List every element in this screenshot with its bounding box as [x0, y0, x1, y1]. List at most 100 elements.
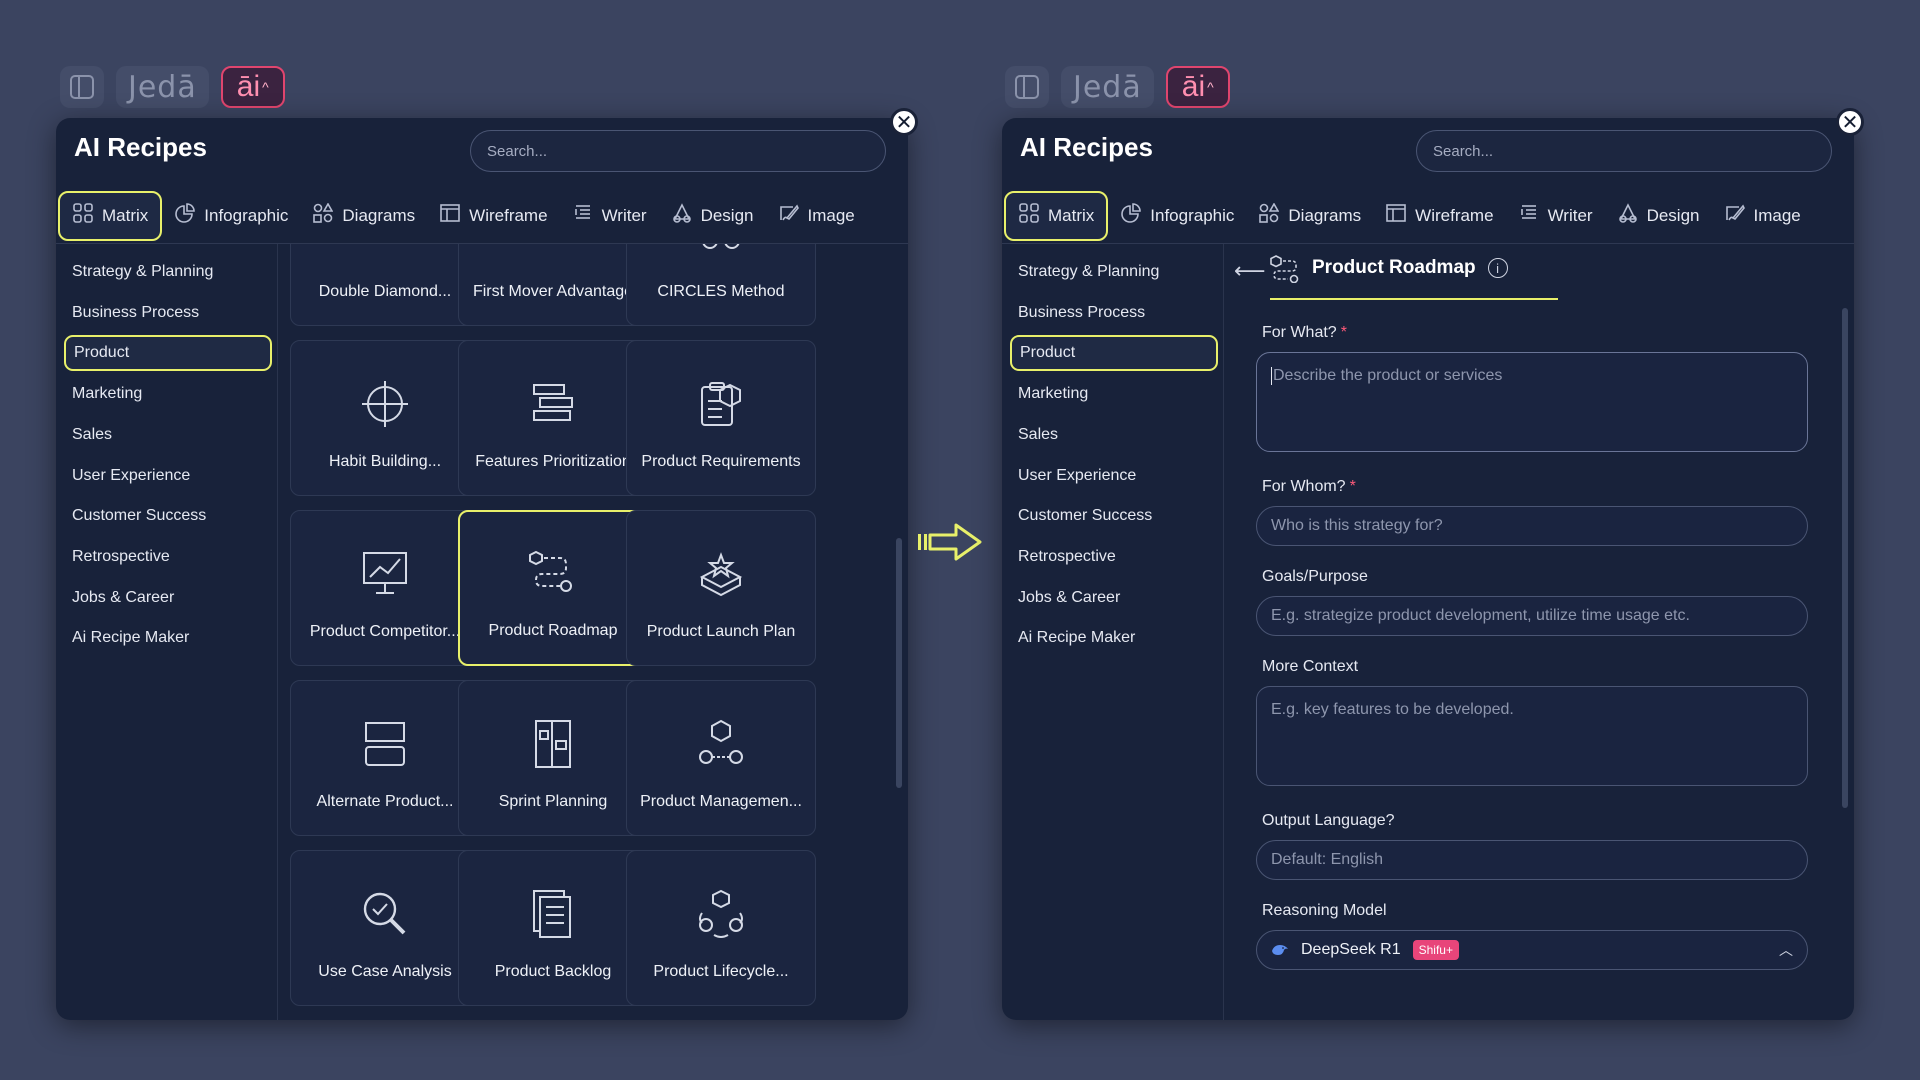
tab-label: Image	[807, 205, 855, 225]
sidebar-item-strategy-planning[interactable]: Strategy & Planning	[64, 254, 272, 290]
sidebar-item-customer-success[interactable]: Customer Success	[1010, 498, 1218, 534]
recipe-card-product-roadmap[interactable]: Product Roadmap	[458, 510, 648, 666]
recipe-card-product-backlog[interactable]: Product Backlog	[458, 850, 648, 1006]
search-input[interactable]: Search...	[470, 130, 886, 172]
recipe-card-label: Product Roadmap	[488, 622, 618, 639]
tab-matrix[interactable]: Matrix	[1004, 190, 1109, 241]
sidebar-item-sales[interactable]: Sales	[1010, 417, 1218, 453]
sidebar-item-ai-recipe-maker[interactable]: Ai Recipe Maker	[64, 620, 272, 656]
title-underline	[1270, 298, 1558, 300]
tab-diagrams[interactable]: Diagrams	[1246, 191, 1373, 241]
close-button[interactable]: ✕	[1836, 108, 1864, 136]
wireframe-icon	[1385, 203, 1407, 228]
recipe-card-label: Product Competitor...	[309, 623, 461, 640]
tab-diagrams[interactable]: Diagrams	[300, 191, 427, 241]
design-icon	[1617, 203, 1639, 228]
context-textarea[interactable]: E.g. key features to be developed.	[1256, 686, 1808, 786]
circles-icon	[702, 244, 740, 249]
tab-infographic[interactable]: Infographic	[162, 191, 300, 241]
toolbar-right: Jedā āi ^	[1005, 66, 1230, 108]
ai-recipes-panel-grid: AI Recipes Search... Matrix Infographic Di…	[56, 118, 908, 1020]
competitor-chart-icon	[363, 552, 407, 594]
jeda-logo-button[interactable]: Jedā	[116, 66, 209, 108]
recipe-card-circles-method[interactable]: CIRCLES Method	[626, 244, 816, 326]
sidebar-item-retrospective[interactable]: Retrospective	[1010, 539, 1218, 575]
sidebar-item-customer-success[interactable]: Customer Success	[64, 498, 272, 534]
for-whom-input[interactable]: Who is this strategy for?	[1256, 506, 1808, 546]
recipe-card-product-lifecycle[interactable]: Product Lifecycle...	[626, 850, 816, 1006]
tab-design[interactable]: Design	[659, 191, 766, 241]
recipe-card-sprint-planning[interactable]: Sprint Planning	[458, 680, 648, 836]
panel-title: AI Recipes	[1020, 132, 1153, 162]
sidebar-item-jobs-career[interactable]: Jobs & Career	[64, 580, 272, 616]
prioritization-icon	[533, 384, 573, 421]
for-what-label: For What? *	[1262, 324, 1347, 341]
jeda-logo-button[interactable]: Jedā	[1061, 66, 1154, 108]
recipe-card-use-case-analysis[interactable]: Use Case Analysis	[290, 850, 480, 1006]
recipe-card-double-diamond[interactable]: Double Diamond...	[290, 244, 480, 326]
ai-menu-button[interactable]: āi ^	[1165, 66, 1230, 108]
recipe-card-habit-building[interactable]: Habit Building...	[290, 340, 480, 496]
sidebar-item-ai-recipe-maker[interactable]: Ai Recipe Maker	[1010, 620, 1218, 656]
model-label: Reasoning Model	[1262, 902, 1387, 919]
form-title: Product Roadmap	[1312, 257, 1476, 278]
sidebar-toggle-button[interactable]	[60, 66, 104, 108]
recipe-card-first-mover-advantage[interactable]: First Mover Advantage	[458, 244, 648, 326]
recipe-card-product-managemen[interactable]: Product Managemen...	[626, 680, 816, 836]
sidebar-item-retrospective[interactable]: Retrospective	[64, 539, 272, 575]
tab-label: Writer	[601, 205, 647, 225]
recipe-card-label: First Mover Advantage	[472, 283, 634, 300]
sidebar-item-marketing[interactable]: Marketing	[64, 376, 272, 412]
tab-design[interactable]: Design	[1605, 191, 1712, 241]
reasoning-model-select[interactable]: DeepSeek R1 Shifu+ ︿	[1256, 930, 1808, 970]
ai-menu-button[interactable]: āi ^	[220, 66, 285, 108]
category-sidebar: Strategy & Planning Business Process Produ…	[1002, 244, 1224, 1020]
tab-writer[interactable]: Writer	[560, 191, 659, 241]
recipe-card-features-prioritization[interactable]: Features Prioritization	[458, 340, 648, 496]
roadmap-icon	[529, 550, 572, 592]
tab-label: Matrix	[102, 205, 149, 225]
toolbar-left: Jedā āi ^	[60, 66, 285, 108]
recipe-card-product-requirements[interactable]: Product Requirements	[626, 340, 816, 496]
alternate-product-icon	[365, 722, 405, 766]
sidebar-item-user-experience[interactable]: User Experience	[64, 458, 272, 494]
sidebar-item-strategy-planning[interactable]: Strategy & Planning	[1010, 254, 1218, 290]
tab-wireframe[interactable]: Wireframe	[1373, 191, 1505, 241]
tab-image[interactable]: Image	[766, 191, 867, 241]
sidebar-toggle-button[interactable]	[1005, 66, 1049, 108]
tab-label: Writer	[1547, 205, 1593, 225]
tab-bar: Matrix Infographic Diagrams Wireframe Writer…	[56, 188, 908, 244]
sidebar-item-business-process[interactable]: Business Process	[1010, 295, 1218, 331]
close-button[interactable]: ✕	[890, 108, 918, 136]
tab-infographic[interactable]: Infographic	[1108, 191, 1246, 241]
sidebar-item-product[interactable]: Product	[1010, 335, 1218, 372]
recipe-card-label: Use Case Analysis	[318, 963, 452, 980]
tab-label: Infographic	[204, 205, 289, 225]
recipe-card-product-launch-plan[interactable]: Product Launch Plan	[626, 510, 816, 666]
image-icon	[1724, 203, 1746, 228]
tab-label: Infographic	[1150, 205, 1235, 225]
sidebar-item-jobs-career[interactable]: Jobs & Career	[1010, 580, 1218, 616]
for-what-textarea[interactable]: Describe the product or services	[1256, 352, 1808, 452]
recipe-card-label: Product Lifecycle...	[653, 963, 789, 980]
tab-image[interactable]: Image	[1712, 191, 1813, 241]
goals-input[interactable]: E.g. strategize product development, uti…	[1256, 596, 1808, 636]
tab-writer[interactable]: Writer	[1506, 191, 1605, 241]
language-input[interactable]: Default: English	[1256, 840, 1808, 880]
form-scrollbar[interactable]	[1842, 308, 1848, 808]
sidebar-item-sales[interactable]: Sales	[64, 417, 272, 453]
tab-wireframe[interactable]: Wireframe	[427, 191, 559, 241]
grid-scrollbar[interactable]	[896, 538, 902, 788]
search-input[interactable]: Search...	[1416, 130, 1832, 172]
goals-label: Goals/Purpose	[1262, 568, 1368, 585]
recipe-card-product-competitor[interactable]: Product Competitor...	[290, 510, 480, 666]
sidebar-item-business-process[interactable]: Business Process	[64, 295, 272, 331]
sidebar-item-user-experience[interactable]: User Experience	[1010, 458, 1218, 494]
back-button[interactable]: ⟵	[1234, 258, 1266, 284]
recipe-card-alternate-product[interactable]: Alternate Product...	[290, 680, 480, 836]
recipe-card-label: Alternate Product...	[316, 793, 454, 810]
info-icon[interactable]: i	[1487, 258, 1508, 278]
sidebar-item-marketing[interactable]: Marketing	[1010, 376, 1218, 412]
tab-matrix[interactable]: Matrix	[58, 190, 163, 241]
sidebar-item-product[interactable]: Product	[64, 335, 272, 372]
